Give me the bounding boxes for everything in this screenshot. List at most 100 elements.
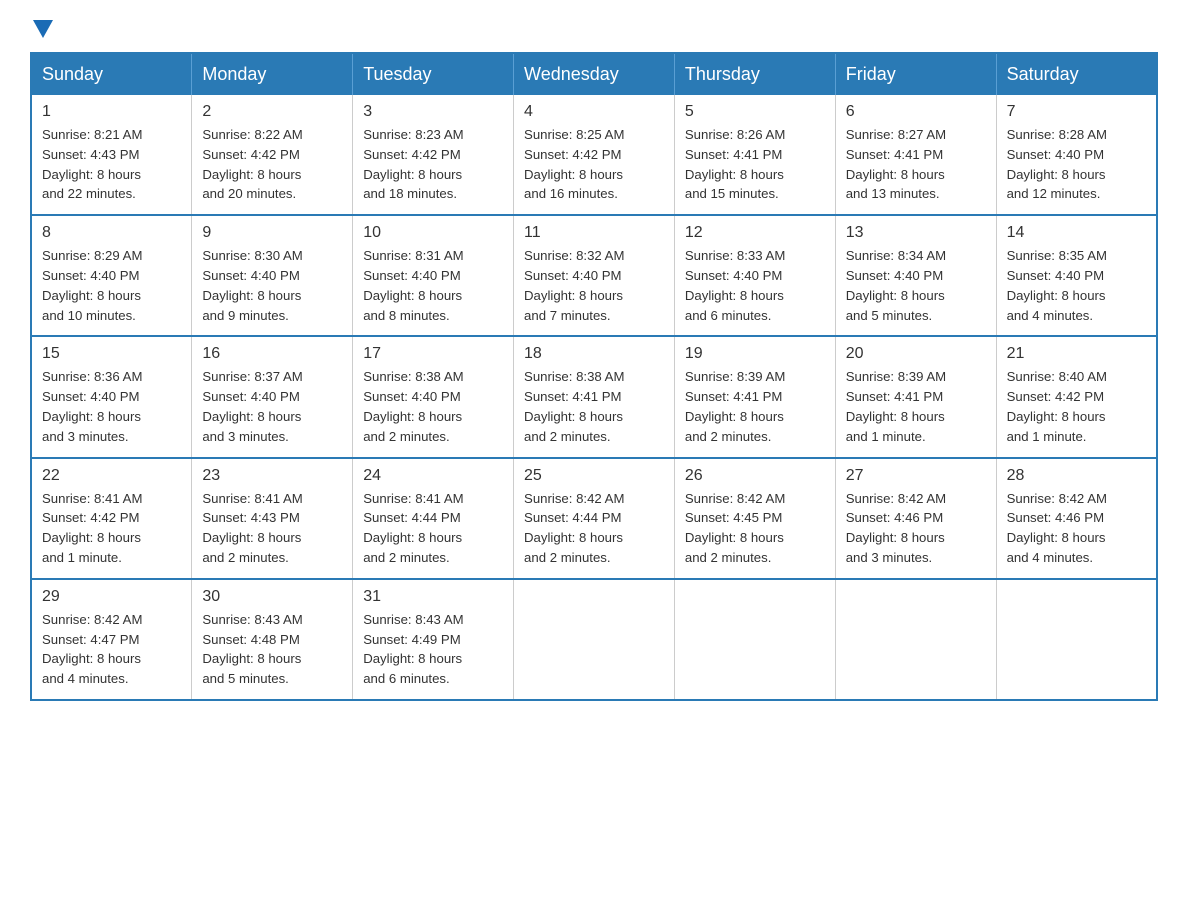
day-number: 5 [685, 103, 825, 121]
calendar-cell [514, 579, 675, 700]
day-info: Sunrise: 8:33 AMSunset: 4:40 PMDaylight:… [685, 246, 825, 325]
weekday-header-monday: Monday [192, 53, 353, 95]
day-number: 28 [1007, 467, 1146, 485]
day-info: Sunrise: 8:21 AMSunset: 4:43 PMDaylight:… [42, 125, 181, 204]
calendar-cell: 31 Sunrise: 8:43 AMSunset: 4:49 PMDaylig… [353, 579, 514, 700]
day-number: 8 [42, 224, 181, 242]
weekday-header-friday: Friday [835, 53, 996, 95]
day-info: Sunrise: 8:38 AMSunset: 4:41 PMDaylight:… [524, 367, 664, 446]
day-number: 18 [524, 345, 664, 363]
day-info: Sunrise: 8:30 AMSunset: 4:40 PMDaylight:… [202, 246, 342, 325]
calendar-cell: 12 Sunrise: 8:33 AMSunset: 4:40 PMDaylig… [674, 215, 835, 336]
day-info: Sunrise: 8:28 AMSunset: 4:40 PMDaylight:… [1007, 125, 1146, 204]
weekday-header-tuesday: Tuesday [353, 53, 514, 95]
calendar-cell: 1 Sunrise: 8:21 AMSunset: 4:43 PMDayligh… [31, 95, 192, 215]
calendar-cell: 16 Sunrise: 8:37 AMSunset: 4:40 PMDaylig… [192, 336, 353, 457]
calendar-cell: 6 Sunrise: 8:27 AMSunset: 4:41 PMDayligh… [835, 95, 996, 215]
day-number: 17 [363, 345, 503, 363]
calendar-cell: 30 Sunrise: 8:43 AMSunset: 4:48 PMDaylig… [192, 579, 353, 700]
calendar-cell: 10 Sunrise: 8:31 AMSunset: 4:40 PMDaylig… [353, 215, 514, 336]
day-number: 2 [202, 103, 342, 121]
day-number: 26 [685, 467, 825, 485]
day-info: Sunrise: 8:42 AMSunset: 4:44 PMDaylight:… [524, 489, 664, 568]
day-number: 19 [685, 345, 825, 363]
calendar-cell: 7 Sunrise: 8:28 AMSunset: 4:40 PMDayligh… [996, 95, 1157, 215]
day-info: Sunrise: 8:41 AMSunset: 4:43 PMDaylight:… [202, 489, 342, 568]
calendar-cell: 24 Sunrise: 8:41 AMSunset: 4:44 PMDaylig… [353, 458, 514, 579]
day-info: Sunrise: 8:23 AMSunset: 4:42 PMDaylight:… [363, 125, 503, 204]
calendar-cell: 18 Sunrise: 8:38 AMSunset: 4:41 PMDaylig… [514, 336, 675, 457]
calendar-cell: 13 Sunrise: 8:34 AMSunset: 4:40 PMDaylig… [835, 215, 996, 336]
day-info: Sunrise: 8:22 AMSunset: 4:42 PMDaylight:… [202, 125, 342, 204]
day-number: 10 [363, 224, 503, 242]
day-number: 22 [42, 467, 181, 485]
calendar-cell: 23 Sunrise: 8:41 AMSunset: 4:43 PMDaylig… [192, 458, 353, 579]
calendar-cell: 2 Sunrise: 8:22 AMSunset: 4:42 PMDayligh… [192, 95, 353, 215]
day-info: Sunrise: 8:41 AMSunset: 4:42 PMDaylight:… [42, 489, 181, 568]
calendar-cell: 3 Sunrise: 8:23 AMSunset: 4:42 PMDayligh… [353, 95, 514, 215]
calendar-cell: 11 Sunrise: 8:32 AMSunset: 4:40 PMDaylig… [514, 215, 675, 336]
calendar-cell [674, 579, 835, 700]
weekday-header-saturday: Saturday [996, 53, 1157, 95]
calendar-cell: 8 Sunrise: 8:29 AMSunset: 4:40 PMDayligh… [31, 215, 192, 336]
day-info: Sunrise: 8:43 AMSunset: 4:48 PMDaylight:… [202, 610, 342, 689]
day-number: 7 [1007, 103, 1146, 121]
calendar-week-row: 29 Sunrise: 8:42 AMSunset: 4:47 PMDaylig… [31, 579, 1157, 700]
day-number: 25 [524, 467, 664, 485]
calendar-cell [835, 579, 996, 700]
day-number: 20 [846, 345, 986, 363]
weekday-header-thursday: Thursday [674, 53, 835, 95]
day-info: Sunrise: 8:37 AMSunset: 4:40 PMDaylight:… [202, 367, 342, 446]
day-info: Sunrise: 8:35 AMSunset: 4:40 PMDaylight:… [1007, 246, 1146, 325]
day-number: 14 [1007, 224, 1146, 242]
calendar-cell: 27 Sunrise: 8:42 AMSunset: 4:46 PMDaylig… [835, 458, 996, 579]
day-number: 1 [42, 103, 181, 121]
calendar-cell: 21 Sunrise: 8:40 AMSunset: 4:42 PMDaylig… [996, 336, 1157, 457]
calendar-table: SundayMondayTuesdayWednesdayThursdayFrid… [30, 52, 1158, 701]
day-number: 11 [524, 224, 664, 242]
day-info: Sunrise: 8:42 AMSunset: 4:45 PMDaylight:… [685, 489, 825, 568]
weekday-header-sunday: Sunday [31, 53, 192, 95]
day-info: Sunrise: 8:25 AMSunset: 4:42 PMDaylight:… [524, 125, 664, 204]
calendar-cell: 29 Sunrise: 8:42 AMSunset: 4:47 PMDaylig… [31, 579, 192, 700]
day-number: 3 [363, 103, 503, 121]
day-info: Sunrise: 8:34 AMSunset: 4:40 PMDaylight:… [846, 246, 986, 325]
weekday-header-row: SundayMondayTuesdayWednesdayThursdayFrid… [31, 53, 1157, 95]
day-info: Sunrise: 8:42 AMSunset: 4:46 PMDaylight:… [846, 489, 986, 568]
weekday-header-wednesday: Wednesday [514, 53, 675, 95]
day-info: Sunrise: 8:39 AMSunset: 4:41 PMDaylight:… [685, 367, 825, 446]
calendar-cell: 25 Sunrise: 8:42 AMSunset: 4:44 PMDaylig… [514, 458, 675, 579]
day-info: Sunrise: 8:38 AMSunset: 4:40 PMDaylight:… [363, 367, 503, 446]
day-number: 30 [202, 588, 342, 606]
day-number: 27 [846, 467, 986, 485]
calendar-week-row: 1 Sunrise: 8:21 AMSunset: 4:43 PMDayligh… [31, 95, 1157, 215]
day-info: Sunrise: 8:36 AMSunset: 4:40 PMDaylight:… [42, 367, 181, 446]
day-number: 31 [363, 588, 503, 606]
day-info: Sunrise: 8:31 AMSunset: 4:40 PMDaylight:… [363, 246, 503, 325]
page-header [30, 20, 1158, 34]
day-info: Sunrise: 8:42 AMSunset: 4:47 PMDaylight:… [42, 610, 181, 689]
calendar-cell: 14 Sunrise: 8:35 AMSunset: 4:40 PMDaylig… [996, 215, 1157, 336]
calendar-cell: 22 Sunrise: 8:41 AMSunset: 4:42 PMDaylig… [31, 458, 192, 579]
day-info: Sunrise: 8:26 AMSunset: 4:41 PMDaylight:… [685, 125, 825, 204]
day-info: Sunrise: 8:29 AMSunset: 4:40 PMDaylight:… [42, 246, 181, 325]
day-number: 24 [363, 467, 503, 485]
calendar-week-row: 22 Sunrise: 8:41 AMSunset: 4:42 PMDaylig… [31, 458, 1157, 579]
logo [30, 20, 56, 34]
day-number: 12 [685, 224, 825, 242]
calendar-cell: 19 Sunrise: 8:39 AMSunset: 4:41 PMDaylig… [674, 336, 835, 457]
day-number: 15 [42, 345, 181, 363]
calendar-cell: 17 Sunrise: 8:38 AMSunset: 4:40 PMDaylig… [353, 336, 514, 457]
day-number: 9 [202, 224, 342, 242]
calendar-cell: 28 Sunrise: 8:42 AMSunset: 4:46 PMDaylig… [996, 458, 1157, 579]
calendar-cell [996, 579, 1157, 700]
day-info: Sunrise: 8:40 AMSunset: 4:42 PMDaylight:… [1007, 367, 1146, 446]
day-number: 23 [202, 467, 342, 485]
day-info: Sunrise: 8:41 AMSunset: 4:44 PMDaylight:… [363, 489, 503, 568]
logo-triangle-icon [33, 20, 53, 38]
calendar-cell: 15 Sunrise: 8:36 AMSunset: 4:40 PMDaylig… [31, 336, 192, 457]
day-info: Sunrise: 8:43 AMSunset: 4:49 PMDaylight:… [363, 610, 503, 689]
day-number: 6 [846, 103, 986, 121]
calendar-cell: 4 Sunrise: 8:25 AMSunset: 4:42 PMDayligh… [514, 95, 675, 215]
day-number: 16 [202, 345, 342, 363]
